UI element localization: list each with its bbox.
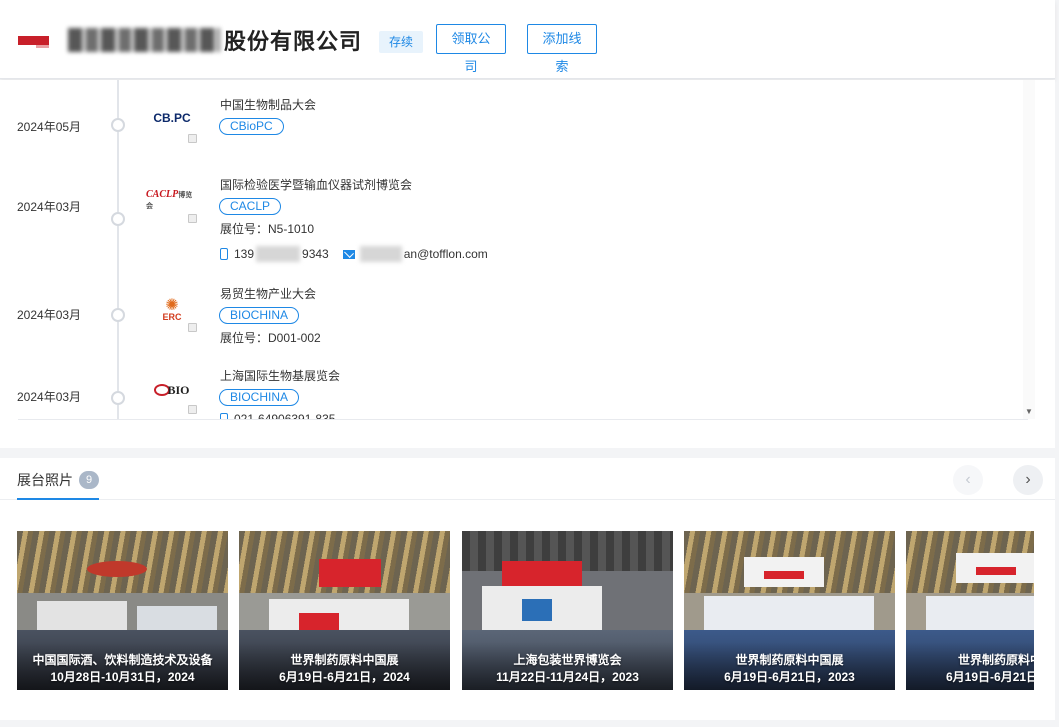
phone-partial: 021-64906391-835 <box>234 412 336 419</box>
logo-badge-icon <box>188 214 197 223</box>
contact-row: 139 9343 an@tofflon.com <box>220 246 488 262</box>
booth-photo[interactable]: 世界制药原料中国展 6月19日-6月21日，2023 <box>684 531 895 690</box>
photo-caption: 世界制药原料中国展 <box>290 653 399 667</box>
booth-number: 展位号：D001-002 <box>220 331 321 345</box>
chevron-right-icon: › <box>1025 471 1031 488</box>
timeline-dot <box>111 212 125 226</box>
tab-booth-photos[interactable]: 展台照片 9 <box>17 470 99 490</box>
scrollbar[interactable] <box>1023 80 1035 419</box>
photo-dates: 6月19日-6月21日，2023 <box>724 670 855 684</box>
exhibition-name[interactable]: 上海国际生物基展览会 <box>220 367 340 384</box>
exhibition-logo-text: ERC <box>162 311 182 322</box>
exhibition-name[interactable]: 中国生物制品大会 <box>220 96 316 113</box>
exhibition-tag[interactable]: BIOCHINA <box>219 389 300 406</box>
logo-badge-icon <box>188 134 197 143</box>
exhibition-logo-text: CACLP <box>146 189 179 200</box>
divider <box>18 419 1028 420</box>
email-icon <box>342 249 355 259</box>
exhibition-timeline-panel: 2024年05月 CB.PC 中国生物制品大会 CBioPC 2024年03月 … <box>0 80 1055 448</box>
exhibition-name[interactable]: 国际检验医学暨输血仪器试剂博览会 <box>220 176 412 193</box>
carousel-next-button[interactable]: › <box>1013 465 1043 495</box>
exhibition-logo-text: CB.PC <box>153 111 191 125</box>
divider <box>0 499 1055 500</box>
phone-prefix: 139 <box>234 247 255 261</box>
photo-carousel: 中国国际酒、饮料制造技术及设备 10月28日-10月31日，2024 世界制药原… <box>17 531 1034 690</box>
timeline-dot <box>111 118 125 132</box>
logo-badge-icon <box>188 405 197 414</box>
booth-photo[interactable]: 世界制药原料中国展 6月19日-6月21日，2024 <box>239 531 450 690</box>
timeline-dot <box>111 391 125 405</box>
booth-photos-panel: 展台照片 9 ‹ › 中国国际酒、饮料制造技术及设备 10月28日-10月31日… <box>0 458 1055 720</box>
exhibition-date: 2024年03月 <box>17 200 82 214</box>
exhibition-name[interactable]: 易贸生物产业大会 <box>220 285 316 302</box>
photo-caption: 中国国际酒、饮料制造技术及设备 <box>32 653 213 667</box>
exhibition-date: 2024年03月 <box>17 308 82 322</box>
booth-photo[interactable]: 上海包装世界博览会 11月22日-11月24日，2023 <box>462 531 673 690</box>
company-name: 股份有限公司 <box>224 29 363 54</box>
booth-photo[interactable]: 世界制药原料中 6月19日-6月21日 <box>906 531 1034 690</box>
phone-icon <box>220 248 228 260</box>
photo-caption: 世界制药原料中国展 <box>735 653 844 667</box>
photo-dates: 11月22日-11月24日，2023 <box>496 670 639 684</box>
exhibition-logo-text: BIO <box>167 382 190 397</box>
redacted-email <box>359 246 402 262</box>
photo-dates: 6月19日-6月21日 <box>946 670 1034 684</box>
phone-suffix: 9343 <box>302 247 329 261</box>
exhibition-tag[interactable]: CACLP <box>219 198 282 215</box>
exhibition-tag[interactable]: BIOCHINA <box>219 307 300 324</box>
carousel-prev-button[interactable]: ‹ <box>953 465 983 495</box>
chevron-left-icon: ‹ <box>965 471 971 488</box>
booth-photo[interactable]: 中国国际酒、饮料制造技术及设备 10月28日-10月31日，2024 <box>17 531 228 690</box>
contact-row: 021-64906391-835 <box>220 412 335 419</box>
email-suffix[interactable]: an@tofflon.com <box>404 247 488 261</box>
photo-dates: 10月28日-10月31日，2024 <box>50 670 195 684</box>
timeline-dot <box>111 308 125 322</box>
booth-number: 展位号：N5-1010 <box>220 222 315 236</box>
company-logo <box>18 36 49 48</box>
add-lead-button[interactable]: 添加线索 <box>527 24 597 74</box>
redacted-name <box>68 28 220 52</box>
status-badge: 存续 <box>379 31 424 53</box>
scroll-down-icon[interactable]: ▼ <box>1025 407 1033 416</box>
photo-caption: 上海包装世界博览会 <box>513 653 622 667</box>
photo-caption: 世界制药原料中 <box>958 653 1034 667</box>
photo-dates: 6月19日-6月21日，2024 <box>279 670 410 684</box>
photos-count-badge: 9 <box>79 471 99 489</box>
photos-title: 展台照片 <box>17 472 73 488</box>
active-tab-indicator <box>17 498 99 500</box>
company-header: 股份有限公司 存续 领取公司 添加线索 <box>0 0 1055 79</box>
redacted-phone <box>256 246 301 262</box>
exhibition-tag[interactable]: CBioPC <box>219 118 284 135</box>
logo-badge-icon <box>188 323 197 332</box>
exhibition-list[interactable]: 2024年05月 CB.PC 中国生物制品大会 CBioPC 2024年03月 … <box>0 80 1022 419</box>
claim-company-button[interactable]: 领取公司 <box>436 24 506 74</box>
exhibition-date: 2024年05月 <box>17 120 82 134</box>
exhibition-date: 2024年03月 <box>17 390 82 404</box>
company-title: 股份有限公司 <box>68 25 362 55</box>
